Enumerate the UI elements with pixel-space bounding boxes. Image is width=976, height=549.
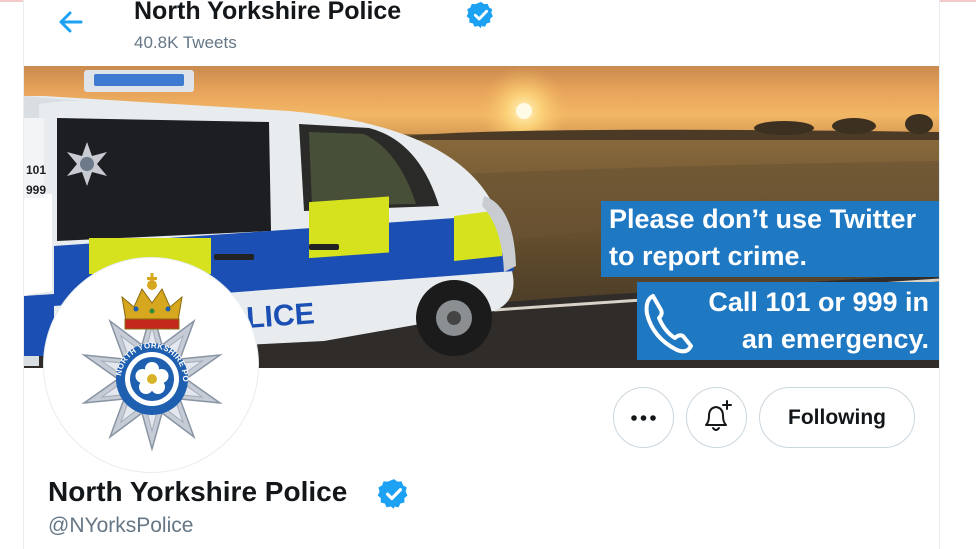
notifications-button[interactable] [686, 387, 747, 448]
van-number-2: 999 [26, 183, 46, 197]
phone-icon [644, 294, 693, 354]
banner-call-line1: Call 101 or 999 in [708, 287, 929, 317]
police-crest-logo: NORTH YORKSHIRE POLICE [81, 273, 223, 452]
more-options-button[interactable] [613, 387, 674, 448]
banner-message-line1: Please don’t use Twitter [609, 204, 917, 234]
profile-name: North Yorkshire Police [48, 476, 348, 507]
more-icon [631, 415, 656, 421]
header-title: North Yorkshire Police [134, 0, 402, 25]
profile-handle: @NYorksPolice [48, 514, 194, 537]
back-arrow-icon [59, 11, 83, 33]
following-button[interactable]: Following [759, 387, 915, 448]
banner-message-line2: to report crime. [609, 241, 808, 271]
notification-bell-icon [705, 400, 732, 431]
back-button[interactable] [55, 6, 87, 38]
van-number-1: 101 [26, 163, 46, 177]
banner-call-box: Call 101 or 999 in an emergency. [637, 282, 939, 360]
banner-message-box: Please don’t use Twitter to report crime… [601, 201, 939, 277]
banner-call-line2: an emergency. [741, 324, 929, 354]
avatar[interactable]: NORTH YORKSHIRE POLICE [44, 258, 258, 472]
tweet-count: 40.8K Tweets [134, 33, 237, 52]
verified-badge-icon [377, 479, 408, 509]
verified-badge-icon [466, 1, 493, 29]
van-lettering: LICE [245, 297, 315, 335]
